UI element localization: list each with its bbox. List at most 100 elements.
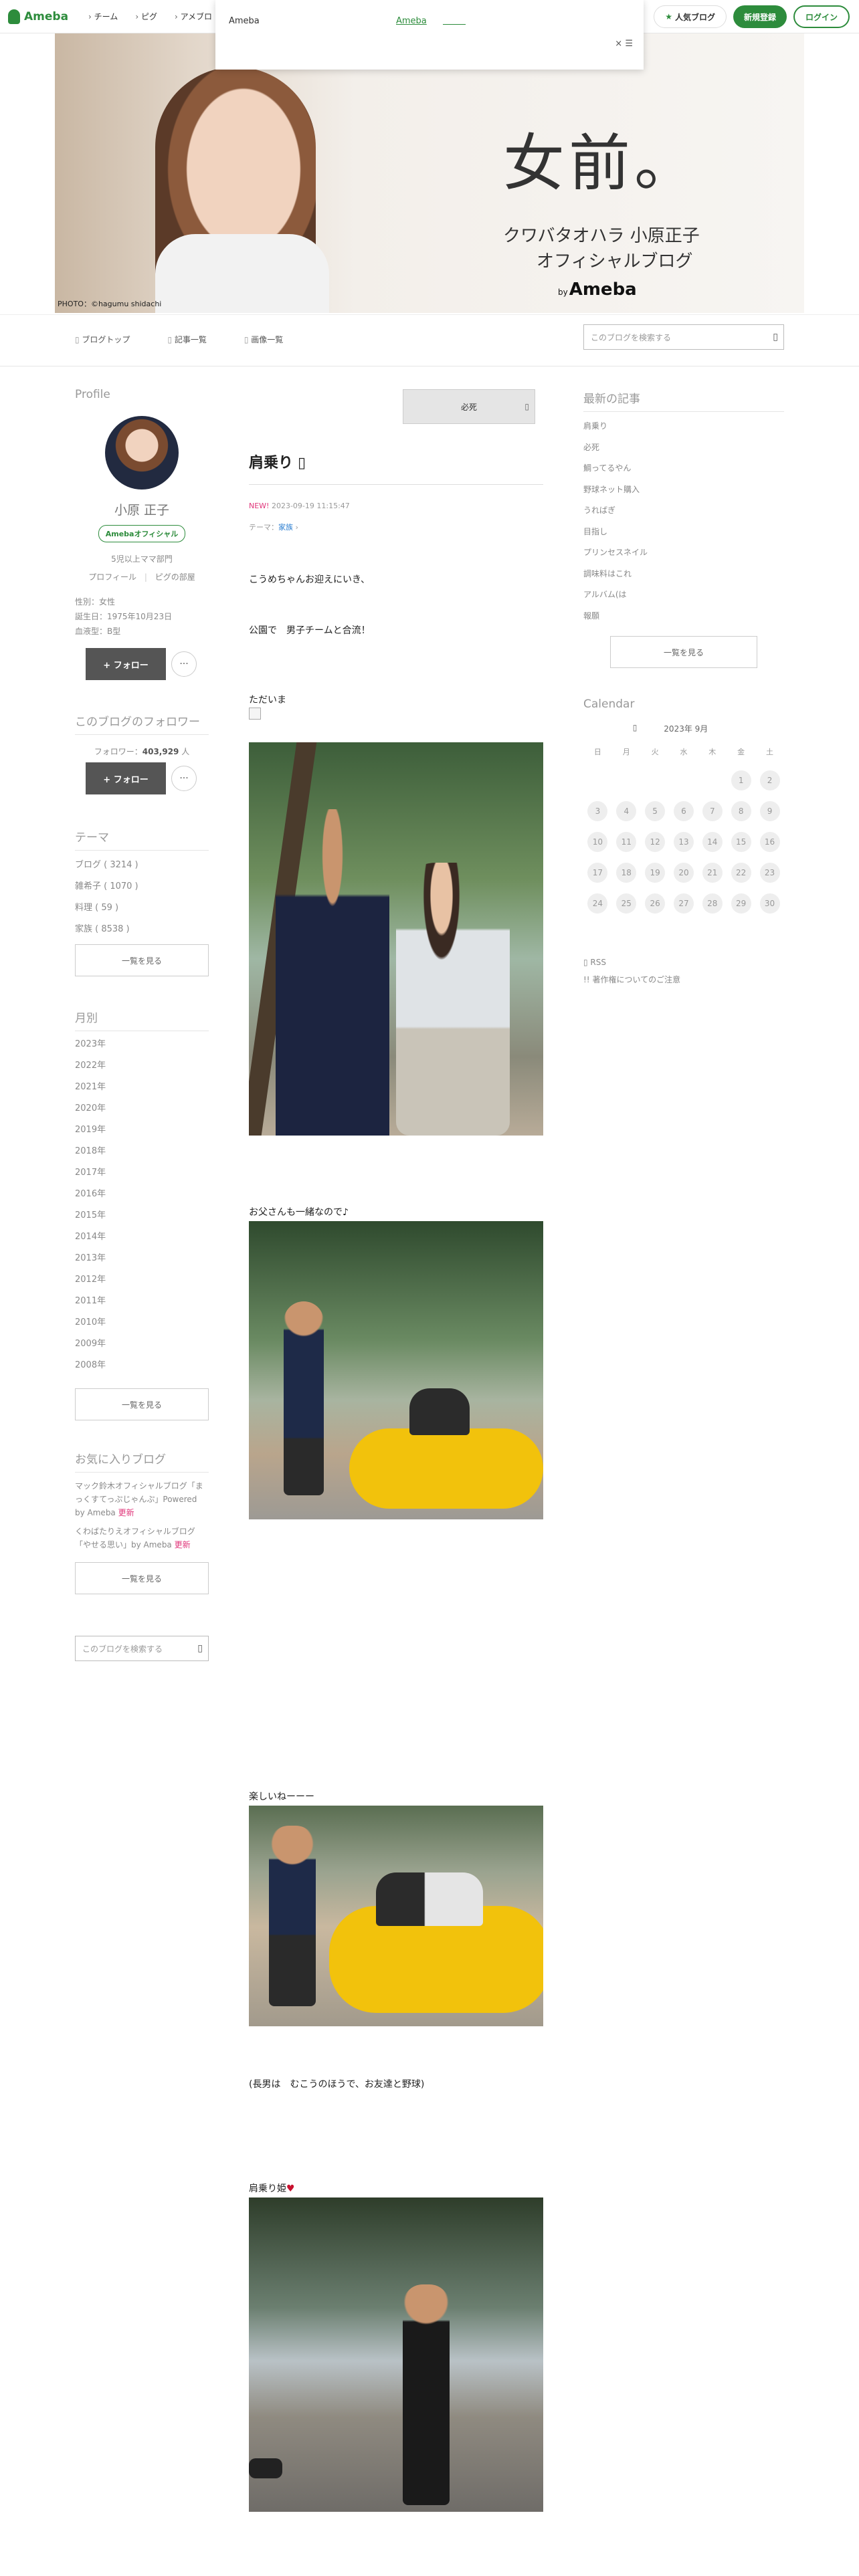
search-icon[interactable]: ▯	[197, 1643, 203, 1654]
recent-article-item[interactable]: 鯛ってるやん	[583, 458, 784, 479]
calendar-day[interactable]: 7	[698, 796, 727, 827]
recent-article-item[interactable]: 必死	[583, 437, 784, 459]
calendar-day[interactable]: 23	[755, 857, 784, 888]
archive-month-item[interactable]: 2009年	[75, 1333, 209, 1355]
archive-month-item[interactable]: 2010年	[75, 1312, 209, 1333]
profile-avatar[interactable]	[105, 416, 179, 490]
blog-header-banner[interactable]: 女前。 クワバタオハラ 小原正子 オフィシャルブログ byAmeba PHOTO…	[55, 33, 804, 313]
calendar-day[interactable]: 2	[755, 765, 784, 796]
recent-article-item[interactable]: プリンセスネイル	[583, 542, 784, 564]
copyright-link[interactable]: !! 著作権についてのご注意	[583, 971, 784, 988]
calendar-day[interactable]: 8	[727, 796, 755, 827]
profile-name[interactable]: 小原 正子	[75, 500, 209, 518]
article-photo-2[interactable]	[249, 1221, 543, 1519]
calendar-day[interactable]: 27	[670, 888, 698, 919]
article-title[interactable]: 肩乗り ▯	[249, 451, 306, 472]
article-photo-3[interactable]	[249, 1806, 543, 2026]
calendar-day[interactable]: 21	[698, 857, 727, 888]
tag-button[interactable]: 必死 ▯	[403, 389, 535, 424]
recent-article-item[interactable]: 報願	[583, 606, 784, 627]
calendar-day[interactable]: 5	[641, 796, 670, 827]
article-photo-1[interactable]	[249, 742, 543, 1136]
favorite-blog-item[interactable]: くわばたりえオフィシャルブログ「やせる思い」by Ameba 更新	[75, 1525, 209, 1551]
calendar-day[interactable]: 25	[612, 888, 641, 919]
recent-article-item[interactable]: うればぎ	[583, 500, 784, 522]
theme-link[interactable]: 家族	[278, 523, 293, 532]
profile-category[interactable]: 5児以上ママ部門	[75, 553, 209, 564]
calendar-day[interactable]: 9	[755, 796, 784, 827]
archive-month-item[interactable]: 2021年	[75, 1077, 209, 1098]
calendar-day[interactable]: 18	[612, 857, 641, 888]
favorites-more-button[interactable]: 一覧を見る	[75, 1562, 209, 1594]
profile-link[interactable]: プロフィール	[88, 572, 136, 582]
more-options-button[interactable]: ···	[171, 651, 197, 677]
calendar-day[interactable]: 11	[612, 827, 641, 857]
recent-article-item[interactable]: 調味料はこれ	[583, 564, 784, 585]
archive-month-item[interactable]: 2017年	[75, 1162, 209, 1184]
favorite-blog-item[interactable]: マック鈴木オフィシャルブログ「まっくすてっぷじゃんぷ」Powered by Am…	[75, 1479, 209, 1519]
calendar-day[interactable]: 10	[583, 827, 612, 857]
archive-month-item[interactable]: 2012年	[75, 1269, 209, 1291]
recent-article-item[interactable]: 野球ネット購入	[583, 479, 784, 501]
archive-month-item[interactable]: 2008年	[75, 1355, 209, 1376]
calendar-day[interactable]: 24	[583, 888, 612, 919]
archive-month-item[interactable]: 2019年	[75, 1119, 209, 1141]
recent-article-item[interactable]: 肩乗り	[583, 416, 784, 437]
theme-item[interactable]: 料理 ( 59 )	[75, 897, 209, 919]
calendar-day[interactable]: 3	[583, 796, 612, 827]
nav-team[interactable]: チーム	[88, 11, 118, 22]
archive-month-item[interactable]: 2011年	[75, 1291, 209, 1312]
calendar-day[interactable]: 29	[727, 888, 755, 919]
archive-month-item[interactable]: 2018年	[75, 1141, 209, 1162]
nav-blog-top[interactable]: ブログトップ	[75, 334, 130, 345]
calendar-day[interactable]: 26	[641, 888, 670, 919]
popular-blog-button[interactable]: ★ 人気ブログ	[654, 5, 727, 28]
theme-item[interactable]: 家族 ( 8538 )	[75, 919, 209, 940]
calendar-day[interactable]: 28	[698, 888, 727, 919]
notice-close-button[interactable]: × ☰	[615, 39, 633, 49]
archive-month-item[interactable]: 2014年	[75, 1226, 209, 1248]
article-photo-4[interactable]	[249, 2197, 543, 2512]
register-button[interactable]: 新規登録	[733, 5, 787, 28]
prev-month-button[interactable]: ▯	[633, 723, 638, 734]
archive-month-item[interactable]: 2023年	[75, 1034, 209, 1055]
calendar-day[interactable]: 6	[670, 796, 698, 827]
archive-month-item[interactable]: 2016年	[75, 1184, 209, 1205]
blog-search-input[interactable]: このブログを検索する ▯	[583, 324, 784, 350]
calendar-day[interactable]: 30	[755, 888, 784, 919]
notice-link[interactable]: Ameba	[396, 16, 427, 26]
calendar-day[interactable]: 13	[670, 827, 698, 857]
calendar-day[interactable]: 14	[698, 827, 727, 857]
login-button[interactable]: ログイン	[793, 5, 850, 28]
pigg-room-link[interactable]: ピグの部屋	[155, 572, 195, 582]
sidebar-search-input[interactable]: このブログを検索する ▯	[75, 1636, 209, 1661]
archive-month-item[interactable]: 2020年	[75, 1098, 209, 1119]
followers-count[interactable]: 403,929	[142, 747, 179, 756]
recent-article-item[interactable]: アルバム(は	[583, 584, 784, 606]
nav-ameblo[interactable]: アメブロ	[175, 11, 212, 22]
calendar-day[interactable]: 15	[727, 827, 755, 857]
calendar-day[interactable]: 1	[727, 765, 755, 796]
follow-button[interactable]: + フォロー	[86, 648, 166, 680]
calendar-day[interactable]: 4	[612, 796, 641, 827]
ameba-logo[interactable]: Ameba	[8, 9, 68, 24]
calendar-day[interactable]: 20	[670, 857, 698, 888]
more-options-button-2[interactable]: ···	[171, 766, 197, 791]
theme-item[interactable]: 雑希子 ( 1070 )	[75, 876, 209, 897]
nav-article-list[interactable]: 記事一覧	[167, 334, 207, 345]
archive-month-item[interactable]: 2015年	[75, 1205, 209, 1226]
archive-month-item[interactable]: 2022年	[75, 1055, 209, 1077]
calendar-day[interactable]: 22	[727, 857, 755, 888]
calendar-day[interactable]: 12	[641, 827, 670, 857]
archive-month-item[interactable]: 2013年	[75, 1248, 209, 1269]
theme-more-button[interactable]: 一覧を見る	[75, 944, 209, 976]
search-icon[interactable]: ▯	[773, 332, 778, 342]
nav-pigg[interactable]: ピグ	[135, 11, 157, 22]
recent-more-button[interactable]: 一覧を見る	[610, 636, 757, 668]
calendar-day[interactable]: 17	[583, 857, 612, 888]
theme-item[interactable]: ブログ ( 3214 )	[75, 855, 209, 876]
calendar-day[interactable]: 16	[755, 827, 784, 857]
calendar-day[interactable]: 19	[641, 857, 670, 888]
archive-more-button[interactable]: 一覧を見る	[75, 1388, 209, 1420]
recent-article-item[interactable]: 目指し	[583, 522, 784, 543]
